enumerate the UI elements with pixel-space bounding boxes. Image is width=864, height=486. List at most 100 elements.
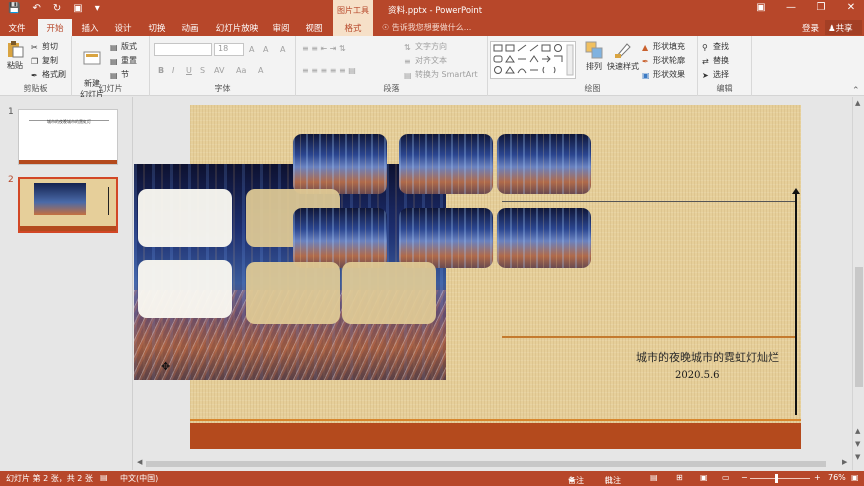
scroll-down-icon[interactable]: ▼ — [855, 440, 860, 448]
clear-format-button[interactable]: A — [280, 45, 285, 54]
save-icon[interactable]: 💾 — [8, 3, 20, 14]
tab-file[interactable]: 文件 — [0, 19, 34, 36]
arrange-icon — [585, 41, 603, 59]
section-icon: ▤ — [110, 71, 118, 80]
grow-font-button[interactable]: A — [249, 45, 254, 54]
zoom-level[interactable]: 76% — [828, 473, 846, 482]
italic-button[interactable]: I — [172, 66, 174, 75]
align-icons[interactable]: ≡ ≡ ≡ ≡ ≡ ▤ — [302, 66, 356, 75]
tab-format[interactable]: 格式 — [333, 19, 373, 36]
copy-button[interactable]: ❐ 复制 — [31, 55, 58, 66]
shape-outline-button[interactable]: ✒ 形状轮廓 — [642, 55, 685, 66]
photo-tile[interactable] — [497, 134, 591, 194]
vertical-scrollbar[interactable]: ▲ ▲ ▼ ▼ — [852, 97, 864, 470]
arrange-button[interactable]: 排列 — [582, 41, 606, 72]
thumb-footer — [20, 226, 116, 231]
shape-gallery[interactable] — [490, 41, 576, 79]
tab-slideshow[interactable]: 幻灯片放映 — [212, 19, 262, 36]
quick-access-toolbar: 💾 ↶ ↻ ▣ ▾ — [8, 3, 100, 14]
underline-button[interactable]: U — [186, 66, 192, 75]
select-button[interactable]: ➤ 选择 — [702, 69, 729, 80]
bold-button[interactable]: B — [158, 66, 164, 75]
thumbnail-slide-2[interactable] — [18, 177, 118, 233]
text-direction-icon: ⇅ — [404, 43, 411, 52]
horizontal-scroll-thumb[interactable] — [146, 461, 826, 467]
beige-tile[interactable] — [246, 262, 340, 324]
beige-tile[interactable] — [342, 262, 436, 324]
align-text-button[interactable]: ≡ 对齐文本 — [404, 55, 447, 66]
customize-icon[interactable]: ▾ — [95, 3, 100, 14]
undo-icon[interactable]: ↶ — [32, 3, 40, 14]
collapse-ribbon-icon[interactable]: ⌃ — [852, 86, 860, 96]
cut-button[interactable]: ✂ 剪切 — [31, 41, 58, 52]
quick-styles-button[interactable]: 快速样式 — [606, 41, 640, 72]
close-icon[interactable]: ✕ — [844, 2, 858, 13]
tab-view[interactable]: 视图 — [299, 19, 329, 36]
slide-subtitle[interactable]: 城市的夜晚城市的霓虹灯灿烂 — [636, 349, 779, 365]
scroll-down-icon[interactable]: ▼ — [855, 453, 860, 461]
photo-tile[interactable] — [497, 208, 591, 268]
zoom-slider[interactable] — [750, 478, 810, 479]
zoom-slider-knob[interactable] — [775, 474, 778, 483]
normal-view-icon[interactable]: ▤ — [650, 473, 658, 482]
tab-home[interactable]: 开始 — [38, 19, 72, 36]
layout-button[interactable]: ▤ 版式 — [110, 41, 137, 52]
reading-view-icon[interactable]: ▣ — [700, 473, 708, 482]
slide-sorter-icon[interactable]: ⊞ — [676, 473, 683, 482]
minimize-icon[interactable]: — — [784, 2, 798, 13]
scroll-left-icon[interactable]: ◀ — [137, 458, 142, 466]
shape-effects-button[interactable]: ▣ 形状效果 — [642, 69, 685, 80]
find-button[interactable]: ⚲ 查找 — [702, 41, 729, 52]
shape-fill-button[interactable]: ▲ 形状填充 — [642, 41, 685, 52]
sign-in-link[interactable]: 登录 — [802, 22, 819, 34]
strikethrough-button[interactable]: S — [200, 66, 205, 75]
tab-transitions[interactable]: 切换 — [140, 19, 174, 36]
share-button[interactable]: ♟共享 — [825, 20, 862, 35]
change-case-button[interactable]: Aa — [236, 66, 246, 75]
white-tile[interactable] — [138, 189, 232, 247]
tab-insert[interactable]: 插入 — [73, 19, 107, 36]
thumbnail-slide-1[interactable]: 城市的夜晚城市的霓虹灯 — [18, 109, 118, 165]
photo-tile[interactable] — [293, 208, 387, 268]
spellcheck-icon[interactable]: ▤ — [100, 473, 108, 482]
language-indicator[interactable]: 中文(中国) — [120, 473, 158, 484]
smartart-button[interactable]: ▤ 转换为 SmartArt — [404, 69, 478, 80]
redo-icon[interactable]: ↻ — [53, 3, 61, 14]
bullets-icon[interactable]: ≡ ≡ ⇤ ⇥ ⇅ — [302, 44, 346, 53]
editing-label: 编辑 — [716, 84, 733, 93]
fit-slide-icon[interactable]: ▣ — [851, 473, 859, 482]
font-name-box[interactable] — [154, 43, 212, 56]
scroll-up-icon[interactable]: ▲ — [855, 99, 860, 107]
tab-review[interactable]: 审阅 — [266, 19, 296, 36]
zoom-in-icon[interactable]: + — [814, 473, 821, 482]
scroll-right-icon[interactable]: ▶ — [842, 458, 847, 466]
char-spacing-button[interactable]: AV — [214, 66, 224, 75]
slide-date[interactable]: 2020.5.6 — [675, 370, 720, 381]
white-tile[interactable] — [138, 260, 232, 318]
section-button[interactable]: ▤ 节 — [110, 69, 129, 80]
paragraph-label: 段落 — [383, 84, 400, 93]
slideshow-view-icon[interactable]: ▭ — [722, 473, 730, 482]
replace-button[interactable]: ⇄ 替换 — [702, 55, 729, 66]
photo-tile[interactable] — [293, 134, 387, 194]
text-direction-button[interactable]: ⇅ 文字方向 — [404, 41, 447, 52]
ribbon-display-icon[interactable]: ▣ — [754, 2, 768, 13]
vertical-scroll-thumb[interactable] — [855, 267, 863, 387]
scroll-up-icon[interactable]: ▲ — [855, 427, 860, 435]
tell-me-box[interactable]: ☉ 告诉我您想要做什么... — [382, 22, 471, 33]
zoom-out-icon[interactable]: − — [741, 473, 748, 482]
horizontal-scrollbar[interactable]: ◀ ▶ — [134, 458, 852, 470]
reset-button[interactable]: ▤ 重置 — [110, 55, 137, 66]
photo-tile[interactable] — [399, 134, 493, 194]
restore-icon[interactable]: ❐ — [814, 2, 828, 13]
editing-group: ⚲ 查找 ⇄ 替换 ➤ 选择 编辑 — [698, 36, 752, 96]
shrink-font-button[interactable]: A — [263, 45, 268, 54]
font-size-box[interactable]: 18 — [214, 43, 244, 56]
start-slideshow-icon[interactable]: ▣ — [73, 3, 82, 14]
paste-button[interactable]: 粘贴 — [4, 40, 26, 71]
format-painter-button[interactable]: ✒ 格式刷 — [31, 69, 66, 80]
font-color-button[interactable]: A — [258, 66, 263, 75]
tab-design[interactable]: 设计 — [106, 19, 140, 36]
photo-tile[interactable] — [399, 208, 493, 268]
tab-animations[interactable]: 动画 — [173, 19, 207, 36]
